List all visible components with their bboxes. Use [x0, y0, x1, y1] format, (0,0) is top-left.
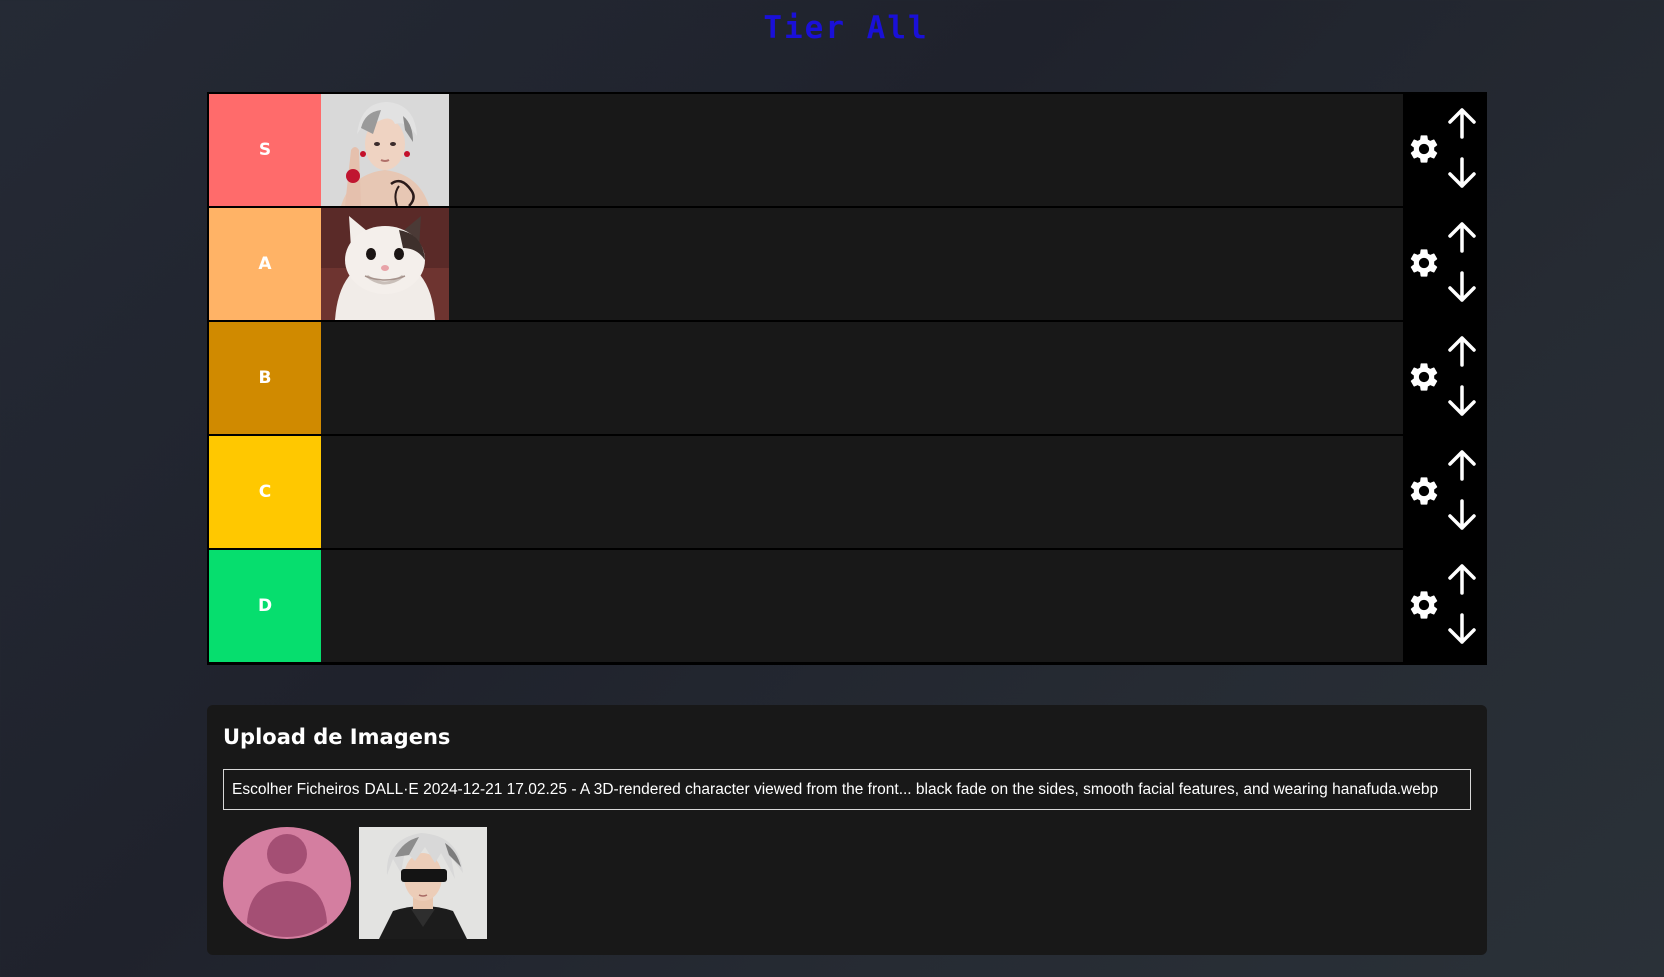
tier-dropzone-c[interactable]: [321, 436, 1403, 548]
tier-controls-c: [1403, 436, 1485, 548]
blindfolded-anime-character[interactable]: [359, 827, 487, 939]
tier-label-b[interactable]: B: [209, 322, 321, 434]
tier-controls-a: [1403, 208, 1485, 320]
tier-dropzone-b[interactable]: [321, 322, 1403, 434]
tier-controls-b: [1403, 322, 1485, 434]
tier-row-d: D: [209, 550, 1485, 662]
gear-icon[interactable]: [1407, 588, 1441, 622]
arrow-up-icon[interactable]: [1447, 106, 1477, 140]
file-input[interactable]: Escolher Ficheiros DALL·E 2024-12-21 17.…: [223, 769, 1471, 810]
gear-icon[interactable]: [1407, 360, 1441, 394]
page-title: Tier All: [763, 10, 929, 46]
arrow-down-icon[interactable]: [1447, 612, 1477, 646]
gear-icon[interactable]: [1407, 132, 1441, 166]
tier-row-a: A: [209, 208, 1485, 320]
tier-controls-s: [1403, 94, 1485, 206]
anime-character-portrait[interactable]: [321, 94, 449, 206]
arrow-up-icon[interactable]: [1447, 334, 1477, 368]
arrow-up-icon[interactable]: [1447, 562, 1477, 596]
selected-file-name: DALL·E 2024-12-21 17.02.25 - A 3D-render…: [364, 780, 1439, 798]
tier-row-c: C: [209, 436, 1485, 548]
tier-row-s: S: [209, 94, 1485, 206]
tier-dropzone-d[interactable]: [321, 550, 1403, 662]
tier-label-d[interactable]: D: [209, 550, 321, 662]
tier-row-b: B: [209, 322, 1485, 434]
upload-panel: Upload de Imagens Escolher Ficheiros DAL…: [207, 705, 1487, 955]
tier-label-c[interactable]: C: [209, 436, 321, 548]
tier-label-s[interactable]: S: [209, 94, 321, 206]
arrow-up-icon[interactable]: [1447, 448, 1477, 482]
arrow-up-icon[interactable]: [1447, 220, 1477, 254]
tier-label-a[interactable]: A: [209, 208, 321, 320]
tier-list: S A B C D: [207, 92, 1487, 665]
gear-icon[interactable]: [1407, 474, 1441, 508]
tier-dropzone-s[interactable]: [321, 94, 1403, 206]
arrow-down-icon[interactable]: [1447, 156, 1477, 190]
arrow-down-icon[interactable]: [1447, 270, 1477, 304]
tier-dropzone-a[interactable]: [321, 208, 1403, 320]
arrow-down-icon[interactable]: [1447, 384, 1477, 418]
default-avatar-placeholder[interactable]: [223, 827, 351, 939]
upload-title: Upload de Imagens: [223, 725, 451, 749]
tier-controls-d: [1403, 550, 1485, 662]
smiling-cat-photo[interactable]: [321, 208, 449, 320]
arrow-down-icon[interactable]: [1447, 498, 1477, 532]
gear-icon[interactable]: [1407, 246, 1441, 280]
choose-files-button[interactable]: Escolher Ficheiros: [232, 781, 360, 799]
